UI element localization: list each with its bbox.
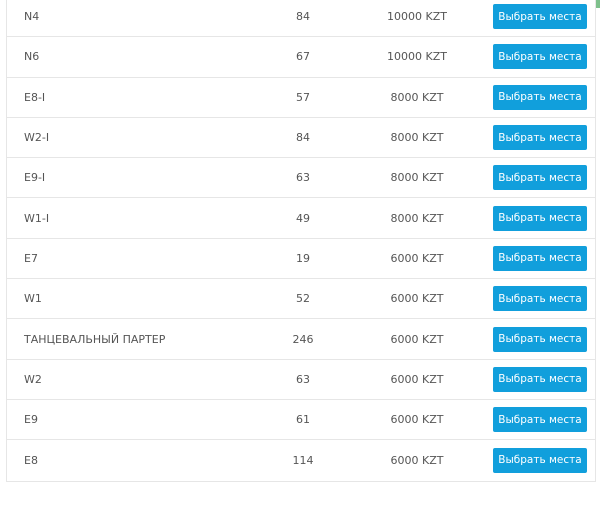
sector-name: W2 bbox=[24, 372, 42, 386]
action-cell: Выбрать места bbox=[493, 198, 587, 237]
ticket-price: 8000 KZT bbox=[390, 211, 444, 225]
available-seats: 84 bbox=[296, 131, 310, 145]
available-seats: 246 bbox=[292, 332, 314, 346]
sector-name: W2-I bbox=[24, 131, 50, 145]
choose-seats-button[interactable]: Выбрать места bbox=[493, 326, 587, 352]
choose-seats-button[interactable]: Выбрать места bbox=[493, 44, 587, 70]
sector-name: E9 bbox=[24, 413, 38, 427]
available-seats: 49 bbox=[296, 211, 310, 225]
ticket-price: 6000 KZT bbox=[390, 413, 444, 427]
table-row: W1 52 6000 KZT Выбрать места bbox=[7, 279, 595, 320]
sector-name: E8-I bbox=[24, 90, 46, 104]
action-cell: Выбрать места bbox=[493, 239, 587, 278]
table-row: W2 63 6000 KZT Выбрать места bbox=[7, 360, 595, 400]
table-row: E9 61 6000 KZT Выбрать места bbox=[7, 400, 595, 441]
action-cell: Выбрать места bbox=[493, 319, 587, 358]
table-row: W1-I 49 8000 KZT Выбрать места bbox=[7, 198, 595, 239]
table-row: E8-I 57 8000 KZT Выбрать места bbox=[7, 78, 595, 118]
choose-seats-button[interactable]: Выбрать места bbox=[493, 447, 587, 473]
choose-seats-button[interactable]: Выбрать места bbox=[493, 165, 587, 191]
ticket-price: 6000 KZT bbox=[390, 332, 444, 346]
available-seats: 114 bbox=[292, 453, 314, 467]
available-seats: 52 bbox=[296, 292, 310, 306]
table-row: E8 114 6000 KZT Выбрать места bbox=[7, 440, 595, 480]
action-cell: Выбрать места bbox=[493, 37, 587, 76]
ticket-price: 10000 KZT bbox=[387, 10, 447, 24]
choose-seats-button[interactable]: Выбрать места bbox=[493, 286, 587, 312]
sector-name: N6 bbox=[24, 50, 40, 64]
available-seats: 63 bbox=[296, 171, 310, 185]
choose-seats-button[interactable]: Выбрать места bbox=[493, 366, 587, 392]
available-seats: 57 bbox=[296, 90, 310, 104]
action-cell: Выбрать места bbox=[493, 118, 587, 157]
action-cell: Выбрать места bbox=[493, 400, 587, 439]
sector-name: ТАНЦЕВАЛЬНЫЙ ПАРТЕР bbox=[24, 332, 166, 346]
choose-seats-button[interactable]: Выбрать места bbox=[493, 245, 587, 271]
action-cell: Выбрать места bbox=[493, 158, 587, 197]
ticket-price: 6000 KZT bbox=[390, 292, 444, 306]
table-row: E9-I 63 8000 KZT Выбрать места bbox=[7, 158, 595, 199]
ticket-price: 8000 KZT bbox=[390, 131, 444, 145]
sector-name: E7 bbox=[24, 251, 38, 265]
choose-seats-button[interactable]: Выбрать места bbox=[493, 205, 587, 231]
sector-name: W1-I bbox=[24, 211, 50, 225]
choose-seats-button[interactable]: Выбрать места bbox=[493, 407, 587, 433]
table-row: W2-I 84 8000 KZT Выбрать места bbox=[7, 118, 595, 159]
available-seats: 63 bbox=[296, 372, 310, 386]
sector-name: N4 bbox=[24, 10, 40, 24]
action-cell: Выбрать места bbox=[493, 0, 587, 36]
available-seats: 67 bbox=[296, 50, 310, 64]
ticket-price: 8000 KZT bbox=[390, 90, 444, 104]
choose-seats-button[interactable]: Выбрать места bbox=[493, 4, 587, 30]
table-row: N6 67 10000 KZT Выбрать места bbox=[7, 37, 595, 78]
table-row: N4 84 10000 KZT Выбрать места bbox=[7, 0, 595, 38]
choose-seats-button[interactable]: Выбрать места bbox=[493, 125, 587, 151]
action-cell: Выбрать места bbox=[493, 279, 587, 318]
action-cell: Выбрать места bbox=[493, 360, 587, 399]
action-cell: Выбрать места bbox=[493, 440, 587, 480]
choose-seats-button[interactable]: Выбрать места bbox=[493, 84, 587, 110]
sector-name: E9-I bbox=[24, 171, 46, 185]
available-seats: 84 bbox=[296, 10, 310, 24]
ticket-price: 6000 KZT bbox=[390, 372, 444, 386]
action-cell: Выбрать места bbox=[493, 78, 587, 117]
sector-name: E8 bbox=[24, 453, 38, 467]
ticket-price: 10000 KZT bbox=[387, 50, 447, 64]
ticket-price: 8000 KZT bbox=[390, 171, 444, 185]
sector-name: W1 bbox=[24, 292, 42, 306]
available-seats: 19 bbox=[296, 251, 310, 265]
table-row: ТАНЦЕВАЛЬНЫЙ ПАРТЕР 246 6000 KZT Выбрать… bbox=[7, 319, 595, 360]
ticket-sectors-table: N4 84 10000 KZT Выбрать места N6 67 1000… bbox=[6, 0, 596, 482]
available-seats: 61 bbox=[296, 413, 310, 427]
ticket-price: 6000 KZT bbox=[390, 251, 444, 265]
table-row: E7 19 6000 KZT Выбрать места bbox=[7, 239, 595, 280]
ticket-price: 6000 KZT bbox=[390, 453, 444, 467]
